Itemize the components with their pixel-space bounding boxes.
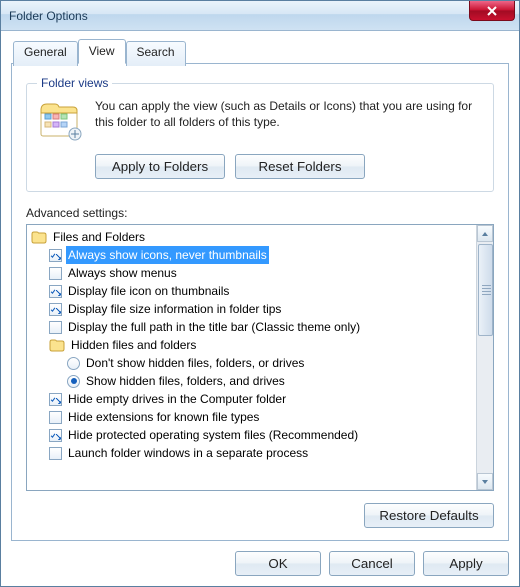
- tabpanel-view: Folder views Yo: [11, 63, 509, 541]
- tree-item[interactable]: Always show icons, never thumbnails: [29, 246, 474, 264]
- tree-item[interactable]: Launch folder windows in a separate proc…: [29, 444, 474, 462]
- checkbox[interactable]: [49, 285, 62, 298]
- folder-views-group: Folder views Yo: [26, 76, 494, 192]
- checkbox[interactable]: [49, 321, 62, 334]
- dialog-content: General View Search Folder views: [1, 31, 519, 586]
- folder-icon: [49, 338, 65, 352]
- ok-button[interactable]: OK: [235, 551, 321, 576]
- tab-view[interactable]: View: [78, 39, 126, 64]
- tree-item-label: Hide empty drives in the Computer folder: [66, 390, 288, 408]
- titlebar[interactable]: Folder Options: [1, 1, 519, 31]
- tree-item-label: Always show menus: [66, 264, 179, 282]
- tree-item-label: Always show icons, never thumbnails: [66, 246, 269, 264]
- tabstrip: General View Search: [11, 39, 509, 64]
- tree-item[interactable]: Display file icon on thumbnails: [29, 282, 474, 300]
- checkbox[interactable]: [49, 429, 62, 442]
- folder-views-text: You can apply the view (such as Details …: [95, 98, 483, 144]
- tree-item[interactable]: Display file size information in folder …: [29, 300, 474, 318]
- radio[interactable]: [67, 357, 80, 370]
- scrollbar[interactable]: [476, 225, 493, 490]
- scroll-down-button[interactable]: [477, 473, 493, 490]
- tree-item[interactable]: Show hidden files, folders, and drives: [29, 372, 474, 390]
- checkbox[interactable]: [49, 249, 62, 262]
- reset-folders-button[interactable]: Reset Folders: [235, 154, 365, 179]
- scroll-up-button[interactable]: [477, 225, 493, 242]
- checkbox[interactable]: [49, 411, 62, 424]
- tree-item-label: Display file size information in folder …: [66, 300, 283, 318]
- close-button[interactable]: [469, 1, 515, 21]
- tree-item-label: Show hidden files, folders, and drives: [84, 372, 287, 390]
- restore-defaults-button[interactable]: Restore Defaults: [364, 503, 494, 528]
- scroll-track[interactable]: [477, 242, 493, 473]
- checkbox[interactable]: [49, 393, 62, 406]
- tree-item[interactable]: Don't show hidden files, folders, or dri…: [29, 354, 474, 372]
- scroll-thumb[interactable]: [478, 244, 493, 336]
- tree-root-label: Files and Folders: [51, 228, 147, 246]
- cancel-button[interactable]: Cancel: [329, 551, 415, 576]
- tree-item-label: Hide protected operating system files (R…: [66, 426, 360, 444]
- tree-item[interactable]: Display the full path in the title bar (…: [29, 318, 474, 336]
- dialog-buttons: OK Cancel Apply: [11, 541, 509, 576]
- apply-button[interactable]: Apply: [423, 551, 509, 576]
- checkbox[interactable]: [49, 447, 62, 460]
- tree-item-label: Display file icon on thumbnails: [66, 282, 231, 300]
- tree-item[interactable]: Hide extensions for known file types: [29, 408, 474, 426]
- checkbox[interactable]: [49, 303, 62, 316]
- tab-search[interactable]: Search: [126, 41, 186, 66]
- tree-item-label: Display the full path in the title bar (…: [66, 318, 362, 336]
- close-icon: [487, 6, 497, 16]
- tree-item[interactable]: Hidden files and folders: [29, 336, 474, 354]
- apply-to-folders-button[interactable]: Apply to Folders: [95, 154, 225, 179]
- tree-item-label: Launch folder windows in a separate proc…: [66, 444, 310, 462]
- tab-general[interactable]: General: [13, 41, 78, 66]
- tree-item[interactable]: Hide empty drives in the Computer folder: [29, 390, 474, 408]
- tree-item[interactable]: Hide protected operating system files (R…: [29, 426, 474, 444]
- radio[interactable]: [67, 375, 80, 388]
- advanced-settings-label: Advanced settings:: [26, 206, 494, 220]
- advanced-settings-tree: Files and FoldersAlways show icons, neve…: [26, 224, 494, 491]
- tree-item-label: Don't show hidden files, folders, or dri…: [84, 354, 306, 372]
- checkbox[interactable]: [49, 267, 62, 280]
- tree-item-label: Hidden files and folders: [69, 336, 198, 354]
- tree-root-files-and-folders[interactable]: Files and Folders: [29, 228, 474, 246]
- window-title: Folder Options: [9, 9, 88, 23]
- folder-views-legend: Folder views: [37, 76, 112, 90]
- tree-item-label: Hide extensions for known file types: [66, 408, 261, 426]
- folder-views-icon: [37, 98, 83, 144]
- tree-item[interactable]: Always show menus: [29, 264, 474, 282]
- folder-icon: [31, 230, 47, 244]
